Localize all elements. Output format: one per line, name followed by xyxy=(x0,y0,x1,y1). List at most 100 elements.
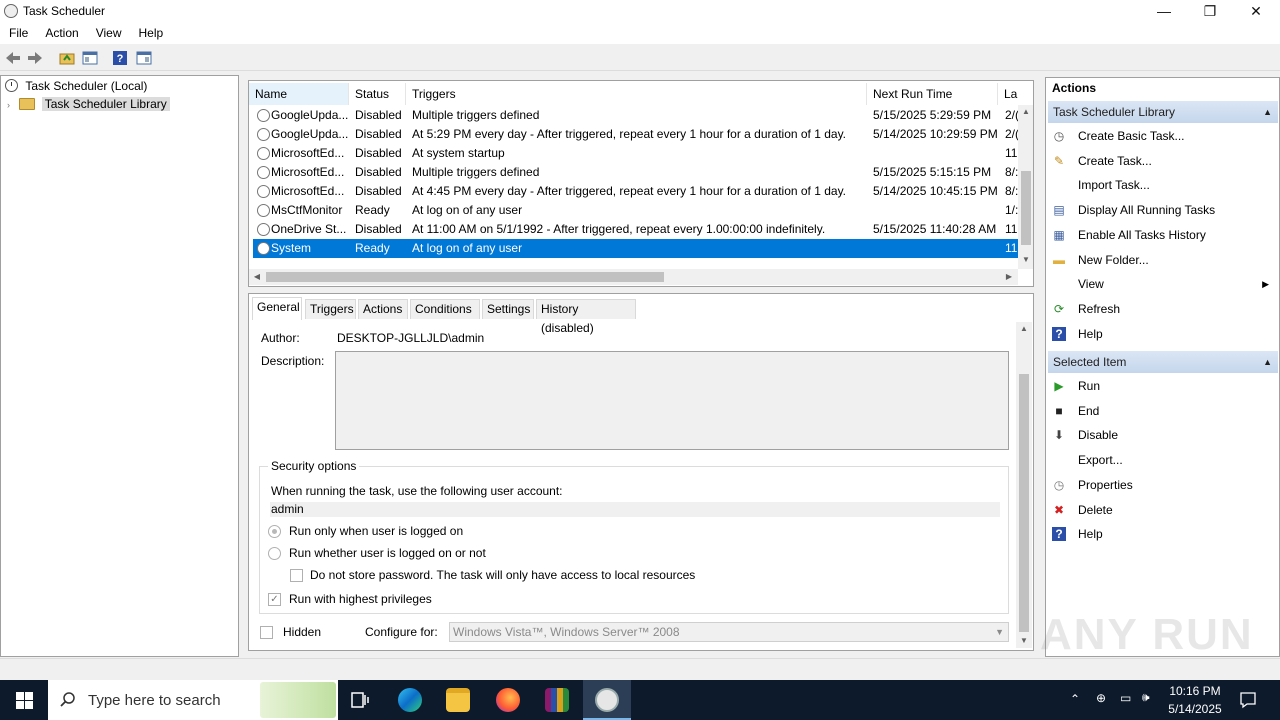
action-import-task[interactable]: Import Task... xyxy=(1050,174,1275,196)
task-scheduler-icon xyxy=(595,688,619,712)
minimize-button[interactable]: — xyxy=(1141,0,1187,23)
scroll-right-icon[interactable]: ▶ xyxy=(1003,272,1015,281)
clock-time[interactable]: 10:16 PM xyxy=(1164,684,1226,698)
task-clock-icon xyxy=(257,185,270,198)
clock-date[interactable]: 5/14/2025 xyxy=(1164,702,1226,716)
section-task-scheduler-library[interactable]: Task Scheduler Library ▲ xyxy=(1048,101,1278,123)
tab-actions[interactable]: Actions xyxy=(358,299,408,319)
window-title: Task Scheduler xyxy=(23,4,106,18)
tree-item-root[interactable]: Task Scheduler (Local) xyxy=(5,77,147,95)
security-options-legend: Security options xyxy=(268,459,360,473)
configure-for-select[interactable]: Windows Vista™, Windows Server™ 2008 ▼ xyxy=(449,622,1009,642)
tab-settings[interactable]: Settings xyxy=(482,299,534,319)
action-export[interactable]: Export... xyxy=(1050,449,1275,471)
close-button[interactable]: ✕ xyxy=(1233,0,1279,23)
action-create-basic-task[interactable]: ◷ Create Basic Task... xyxy=(1050,125,1275,147)
scrollbar-thumb[interactable] xyxy=(1019,374,1029,632)
action-delete[interactable]: ✖ Delete xyxy=(1050,499,1275,521)
action-end[interactable]: ■ End xyxy=(1050,400,1275,422)
volume-icon[interactable]: 🕪 xyxy=(1142,690,1150,705)
menu-file[interactable]: File xyxy=(0,23,36,44)
action-help[interactable]: ? Help xyxy=(1050,523,1275,545)
action-run[interactable]: ▶ Run xyxy=(1050,375,1275,397)
action-disable[interactable]: ⬇ Disable xyxy=(1050,424,1275,446)
table-row[interactable]: System Ready At log on of any user 11. xyxy=(253,239,1021,258)
taskbar-winrar[interactable] xyxy=(533,680,581,720)
detail-vertical-scrollbar[interactable]: ▲ ▼ xyxy=(1016,322,1032,648)
action-label: Export... xyxy=(1078,453,1123,468)
radio-run-whether-logged-on[interactable] xyxy=(268,547,281,560)
table-row[interactable]: MicrosoftEd... Disabled At system startup 1… xyxy=(253,144,1021,163)
scrollbar-thumb[interactable] xyxy=(1021,171,1031,245)
taskbar-edge[interactable] xyxy=(386,680,434,720)
task-next-run: 5/15/2025 5:15:15 PM xyxy=(873,165,992,179)
expand-chevron-icon[interactable]: › xyxy=(7,100,10,110)
menu-help[interactable]: Help xyxy=(130,23,172,44)
create-task-icon: ✎ xyxy=(1053,153,1065,168)
column-header-next-run-time[interactable]: Next Run Time xyxy=(867,83,998,105)
action-enable-all-tasks-history[interactable]: ▦ Enable All Tasks History xyxy=(1050,224,1275,246)
notifications-icon[interactable] xyxy=(1239,691,1257,709)
action-create-task[interactable]: ✎ Create Task... xyxy=(1050,150,1275,172)
table-row[interactable]: MicrosoftEd... Disabled At 4:45 PM every d… xyxy=(253,182,1019,201)
forward-arrow-icon[interactable] xyxy=(27,50,43,66)
column-header-status[interactable]: Status xyxy=(349,83,406,105)
taskbar-task-scheduler[interactable] xyxy=(583,680,631,720)
show-hide-action-pane-icon[interactable] xyxy=(136,50,152,66)
windows-start-icon[interactable] xyxy=(16,692,33,709)
back-arrow-icon[interactable] xyxy=(5,50,21,66)
checkbox-highest-privileges[interactable]: ✓ xyxy=(268,593,281,606)
collapse-triangle-icon[interactable]: ▲ xyxy=(1263,101,1272,123)
table-row[interactable]: OneDrive St... Disabled At 11:00 AM on 5/1… xyxy=(253,220,1021,239)
scroll-up-icon[interactable]: ▲ xyxy=(1016,324,1032,333)
security-options-group: Security options When running the task, … xyxy=(259,459,1009,614)
action-refresh[interactable]: ⟳ Refresh xyxy=(1050,298,1275,320)
scroll-down-icon[interactable]: ▼ xyxy=(1018,255,1033,264)
radio-run-logged-on[interactable] xyxy=(268,525,281,538)
taskbar-firefox[interactable] xyxy=(484,680,532,720)
task-status: Ready xyxy=(355,241,390,255)
task-list-horizontal-scrollbar[interactable]: ◀ ▶ xyxy=(249,269,1018,285)
column-header-triggers[interactable]: Triggers xyxy=(406,83,867,105)
taskbar-file-explorer[interactable] xyxy=(434,680,482,720)
up-folder-icon[interactable] xyxy=(59,50,75,66)
tree-item-library[interactable]: › Task Scheduler Library xyxy=(7,95,170,113)
horizontal-scrollbar-thumb[interactable] xyxy=(266,272,664,282)
table-row[interactable]: MicrosoftEd... Disabled Multiple triggers … xyxy=(253,163,1019,182)
table-row[interactable]: GoogleUpda... Disabled At 5:29 PM every da… xyxy=(253,125,1019,144)
show-hidden-icons-chevron-icon[interactable]: ⌃ xyxy=(1070,692,1080,706)
action-properties[interactable]: ◷ Properties xyxy=(1050,474,1275,496)
menu-view[interactable]: View xyxy=(87,23,130,44)
table-row[interactable]: MsCtfMonitor Ready At log on of any user 1/… xyxy=(253,201,1019,220)
column-header-name[interactable]: Name xyxy=(249,83,349,105)
taskbar-search-box[interactable]: Type here to search xyxy=(48,680,338,720)
menu-action[interactable]: Action xyxy=(36,23,86,44)
action-new-folder[interactable]: ▬ New Folder... xyxy=(1050,249,1275,271)
column-header-last-run[interactable]: La xyxy=(998,83,1018,105)
section-selected-item[interactable]: Selected Item ▲ xyxy=(1048,351,1278,373)
scroll-left-icon[interactable]: ◀ xyxy=(251,272,263,281)
tab-history[interactable]: History (disabled) xyxy=(536,299,636,335)
help-icon[interactable]: ? xyxy=(112,50,128,66)
refresh-icon: ⟳ xyxy=(1053,301,1065,316)
tab-general[interactable]: General xyxy=(252,297,302,320)
show-hide-console-tree-icon[interactable] xyxy=(82,50,98,66)
action-display-all-running-tasks[interactable]: ▤ Display All Running Tasks xyxy=(1050,199,1275,221)
table-row[interactable]: GoogleUpda... Disabled Multiple triggers d… xyxy=(253,106,1019,125)
task-list-vertical-scrollbar[interactable]: ▲ ▼ xyxy=(1018,105,1033,269)
action-view[interactable]: View ▶ xyxy=(1050,273,1275,295)
scroll-down-icon[interactable]: ▼ xyxy=(1016,636,1032,645)
restore-button[interactable]: ❐ xyxy=(1187,0,1233,23)
task-detail-pane: General Triggers Actions Conditions Sett… xyxy=(248,293,1034,651)
description-field[interactable] xyxy=(335,351,1009,450)
checkbox-do-not-store-password[interactable] xyxy=(290,569,303,582)
network-icon[interactable]: ▭ xyxy=(1120,691,1131,705)
task-view-button[interactable] xyxy=(336,680,384,720)
tab-triggers[interactable]: Triggers xyxy=(305,299,356,319)
network-status-icon[interactable]: ⊕ xyxy=(1096,691,1106,705)
scroll-up-icon[interactable]: ▲ xyxy=(1018,107,1033,116)
action-help[interactable]: ? Help xyxy=(1050,323,1275,345)
checkbox-hidden[interactable] xyxy=(260,626,273,639)
tab-conditions[interactable]: Conditions xyxy=(410,299,480,319)
collapse-triangle-icon[interactable]: ▲ xyxy=(1263,351,1272,373)
